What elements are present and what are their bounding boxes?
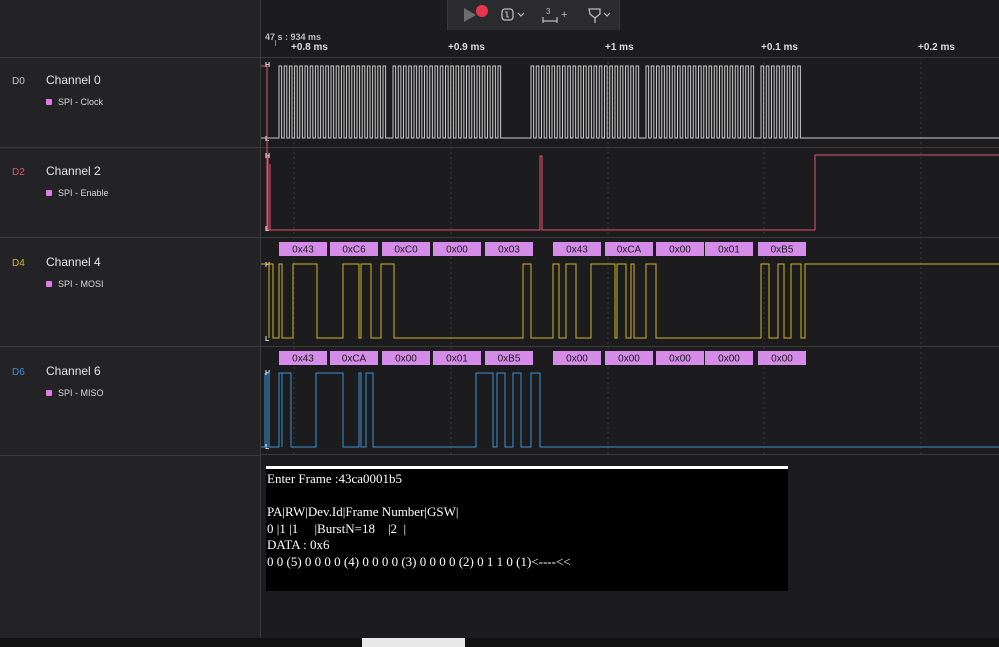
clock-waveform <box>261 65 999 139</box>
terminal-line: PA|RW|Dev.Id|Frame Number|GSW| <box>267 504 459 519</box>
terminal-line: DATA : 0x6 <box>267 537 330 552</box>
start-capture-button[interactable] <box>460 5 488 24</box>
spi-frame-label: 0xCA <box>617 245 642 256</box>
ruler-label: +0.2 ms <box>918 42 955 53</box>
terminal-line: 0 0 (5) 0 0 0 0 (4) 0 0 0 0 (3) 0 0 0 0 … <box>267 553 571 569</box>
spi-frame-label: 0x43 <box>292 245 314 256</box>
spi-frame-label: 0x01 <box>718 245 740 256</box>
mosi-decoded-frames: 0x43 0xC6 0xC0 0x00 0x03 0x43 0xCA 0x00 0x01 0xB5 <box>279 242 806 256</box>
spi-frame-label: 0x00 <box>669 245 691 256</box>
analyzer-name: SPI - Clock <box>58 97 104 107</box>
time-ruler[interactable]: 47 s : 934 ms +0.8 ms +0.9 ms +1 ms +0.1… <box>261 30 999 58</box>
analyzer-color-swatch <box>46 281 52 287</box>
ruler-label: +0.1 ms <box>761 42 798 53</box>
ruler-label: +1 ms <box>605 42 634 53</box>
spi-frame-label: 0x00 <box>446 245 468 256</box>
channel-id: D2 <box>12 167 25 178</box>
miso-decoded-frames: 0x43 0xCA 0x00 0x01 0xB5 0x00 0x00 0x00 0x00 0x00 <box>279 351 806 365</box>
channel-name[interactable]: Channel 2 <box>46 164 101 178</box>
spi-frame-label: 0x00 <box>395 354 417 365</box>
waveform-area[interactable]: H L H L H L H L 0x43 0xC6 0xC0 0x00 0x03 0x43… <box>261 57 999 455</box>
spi-frame-label: 0xCA <box>342 354 367 365</box>
channel-name[interactable]: Channel 6 <box>46 364 101 378</box>
ruler-label: +0.9 ms <box>448 42 485 53</box>
add-measurement-button[interactable]: 3 + <box>541 6 571 24</box>
channel-sidebar: D0 Channel 0 SPI - Clock D2 Channel 2 SP… <box>0 0 261 647</box>
marker-icon <box>588 8 611 23</box>
channel-id: D6 <box>12 367 25 378</box>
trigger-icon <box>501 8 525 21</box>
spi-frame-label: 0x43 <box>566 245 588 256</box>
spi-frame-label: 0xC0 <box>394 245 418 256</box>
terminal-line: Enter Frame :43ca0001b5 <box>267 471 403 486</box>
analyzer-color-swatch <box>46 390 52 396</box>
measure-plus: + <box>561 9 567 21</box>
spi-frame-label: 0x01 <box>446 354 468 365</box>
capture-toolbar: 3 + <box>447 0 620 30</box>
channel-id: D4 <box>12 258 25 269</box>
record-indicator-icon <box>476 5 488 17</box>
analyzer-name: SPI - MISO <box>58 388 104 398</box>
analyzer-color-swatch <box>46 190 52 196</box>
terminal-output[interactable]: Enter Frame :43ca0001b5 PA|RW|Dev.Id|Fra… <box>266 466 788 591</box>
spi-frame-label: 0xB5 <box>498 354 521 365</box>
spi-frame-label: 0x00 <box>771 354 793 365</box>
analyzer-label[interactable]: SPI - Enable <box>46 188 109 198</box>
mosi-waveform <box>261 263 999 339</box>
ruler-tick <box>275 40 276 46</box>
sidebar-header <box>0 0 260 58</box>
channel-row-6[interactable]: D6 Channel 6 SPI - MISO <box>0 347 260 456</box>
channel-row-0[interactable]: D0 Channel 0 SPI - Clock <box>0 57 260 148</box>
marker-menu-button[interactable] <box>586 6 614 24</box>
terminal-line: 0 |1 |1 |BurstN=18 |2 | <box>267 520 407 536</box>
analyzer-label[interactable]: SPI - MISO <box>46 388 104 398</box>
channel-id: D0 <box>12 76 25 87</box>
scrollbar-thumb[interactable] <box>362 638 465 647</box>
measurement-icon: 3 + <box>542 7 567 23</box>
analyzer-label[interactable]: SPI - Clock <box>46 97 103 107</box>
spi-frame-label: 0x00 <box>718 354 740 365</box>
analyzer-name: SPI - MOSI <box>58 279 104 289</box>
miso-waveform <box>261 372 999 448</box>
spi-frame-label: 0x00 <box>566 354 588 365</box>
analyzer-color-swatch <box>46 99 52 105</box>
spi-frame-label: 0x00 <box>618 354 640 365</box>
terminal-text: Enter Frame :43ca0001b5 PA|RW|Dev.Id|Fra… <box>266 469 788 572</box>
spi-frame-label: 0x43 <box>292 354 314 365</box>
time-origin: 47 s : 934 ms <box>265 32 322 42</box>
spi-frame-label: 0xC6 <box>342 245 366 256</box>
measure-count: 3 <box>546 7 551 16</box>
analyzer-label[interactable]: SPI - MOSI <box>46 279 104 289</box>
ruler-label: +0.8 ms <box>291 42 328 53</box>
channel-name[interactable]: Channel 0 <box>46 73 101 87</box>
channel-row-4[interactable]: D4 Channel 4 SPI - MOSI <box>0 238 260 347</box>
spi-frame-label: 0xB5 <box>771 245 794 256</box>
trigger-menu-button[interactable] <box>500 6 528 24</box>
spi-frame-label: 0x03 <box>498 245 520 256</box>
play-icon <box>464 5 488 22</box>
analyzer-name: SPI - Enable <box>58 188 109 198</box>
spi-frame-label: 0x00 <box>669 354 691 365</box>
horizontal-scrollbar[interactable] <box>0 638 999 647</box>
channel-row-2[interactable]: D2 Channel 2 SPI - Enable <box>0 148 260 238</box>
channel-name[interactable]: Channel 4 <box>46 255 101 269</box>
